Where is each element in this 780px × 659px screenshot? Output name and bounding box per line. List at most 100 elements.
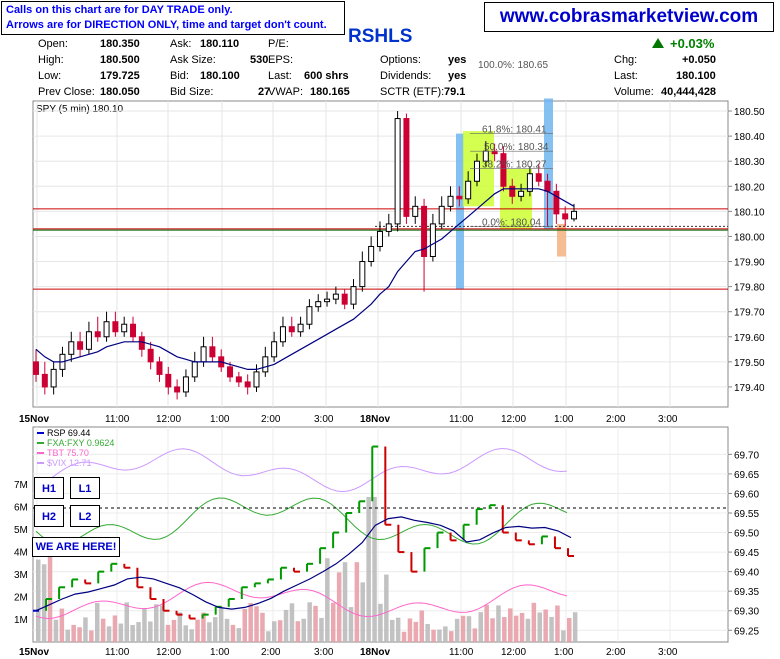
legend-label: RSP 69.44 [47, 428, 90, 438]
volume-bar [407, 618, 413, 642]
indicator-y-tick-label: 69.50 [734, 529, 759, 540]
volume-bar [218, 606, 224, 642]
volume-bar [272, 621, 277, 642]
volume-bar [77, 627, 82, 642]
volume-bar [390, 619, 395, 642]
price-y-tick-label: 179.50 [734, 358, 765, 369]
volume-bar [189, 629, 194, 642]
candle-body [271, 341, 278, 358]
volume-bar [83, 617, 88, 642]
candle-body [156, 361, 163, 375]
volume-bar [130, 625, 135, 642]
candle-body [244, 381, 251, 388]
price-y-tick-label: 180.00 [734, 232, 765, 243]
x-tick-label: 3:00 [314, 647, 334, 658]
candle-body [182, 376, 189, 393]
volume-bar [183, 625, 188, 642]
volume-bar [555, 605, 560, 642]
fib-label: 100.0%: 180.65 [478, 60, 548, 71]
volume-bar [230, 624, 236, 642]
fib-zone-blue-left [456, 133, 464, 290]
price-y-tick-label: 180.40 [734, 132, 765, 143]
x-tick-label: 1:00 [210, 414, 230, 425]
candle-body [403, 118, 410, 217]
candle-body [50, 368, 57, 388]
candle-body [341, 293, 348, 305]
price-y-tick-label: 180.30 [734, 157, 765, 168]
volume-bar [124, 602, 129, 642]
volume-bar [360, 582, 365, 642]
l2-button[interactable]: L2 [70, 505, 100, 527]
volume-bar [336, 572, 342, 642]
volume-bar [384, 574, 389, 642]
x-tick-label: 12:00 [156, 647, 181, 658]
x-tick-label: 12:00 [501, 647, 526, 658]
x-tick-label: 3:00 [658, 647, 678, 658]
volume-bar [283, 609, 289, 642]
volume-bar [378, 603, 383, 642]
volume-bar [154, 604, 159, 642]
candle-body [200, 346, 207, 363]
candle-body [315, 301, 322, 308]
indicator-y-tick-label: 69.35 [734, 587, 759, 598]
price-y-tick-label: 179.60 [734, 333, 765, 344]
x-tick-label: 11:00 [449, 647, 474, 658]
volume-bar [171, 619, 177, 642]
volume-bar [100, 618, 106, 642]
fib-label: 61.8%: 180.41 [482, 125, 547, 136]
volume-bar [431, 629, 436, 642]
x-tick-label: 15Nov [19, 414, 49, 425]
x-tick-label: 18Nov [360, 647, 390, 658]
volume-y-tick-label: 4M [14, 548, 28, 559]
volume-bar [295, 621, 301, 642]
x-tick-label: 12:00 [156, 414, 181, 425]
x-tick-label: 3:00 [314, 414, 334, 425]
l1-button[interactable]: L1 [70, 477, 100, 499]
candle-body [235, 376, 242, 383]
x-tick-label: 2:00 [606, 414, 626, 425]
candle-body [138, 336, 145, 350]
volume-bar [454, 618, 460, 642]
indicator-x-axis: 15Nov 11:00 12:00 1:00 2:00 3:00 18Nov 11:00 12:… [19, 647, 678, 658]
price-y-tick-label: 179.40 [734, 383, 765, 394]
volume-y-tick-label: 5M [14, 525, 28, 536]
volume-y-tick-label: 6M [14, 503, 28, 514]
candle-body [297, 323, 304, 333]
x-tick-label: 11:00 [449, 414, 474, 425]
volume-bar [59, 608, 65, 642]
volume-bar [419, 610, 424, 642]
volume-bar [195, 619, 200, 642]
volume-bar [401, 631, 407, 642]
candle-body [147, 348, 154, 363]
volume-bar [106, 626, 112, 642]
x-tick-label: 18Nov [360, 414, 390, 425]
volume-bar [531, 602, 537, 642]
volume-bar [437, 629, 442, 642]
fib-label: 50.0%: 180.34 [484, 142, 549, 153]
h1-button[interactable]: H1 [34, 477, 64, 499]
candle-body [85, 331, 92, 350]
candle-body [253, 371, 260, 388]
volume-bar [207, 622, 212, 642]
candle-body [456, 195, 463, 200]
volume-bar [372, 497, 377, 642]
volume-bar [331, 602, 336, 642]
x-tick-label: 1:00 [210, 647, 230, 658]
candle-body [412, 205, 419, 217]
x-tick-label: 11:00 [105, 647, 130, 658]
volume-bar [502, 617, 507, 642]
volume-bar [36, 559, 41, 642]
volume-bar [572, 612, 578, 642]
candle-body [509, 185, 516, 197]
we-are-here-label: WE ARE HERE! [32, 537, 120, 557]
candle-body [394, 118, 401, 225]
candle-body [112, 321, 119, 333]
volume-bar [525, 618, 531, 642]
candle-body [544, 180, 551, 192]
h2-button[interactable]: H2 [34, 505, 64, 527]
candle-body [429, 223, 436, 258]
volume-y-tick-label: 2M [14, 593, 28, 604]
x-tick-label: 2:00 [606, 647, 626, 658]
candle-body [121, 323, 128, 333]
candle-body [165, 373, 172, 388]
